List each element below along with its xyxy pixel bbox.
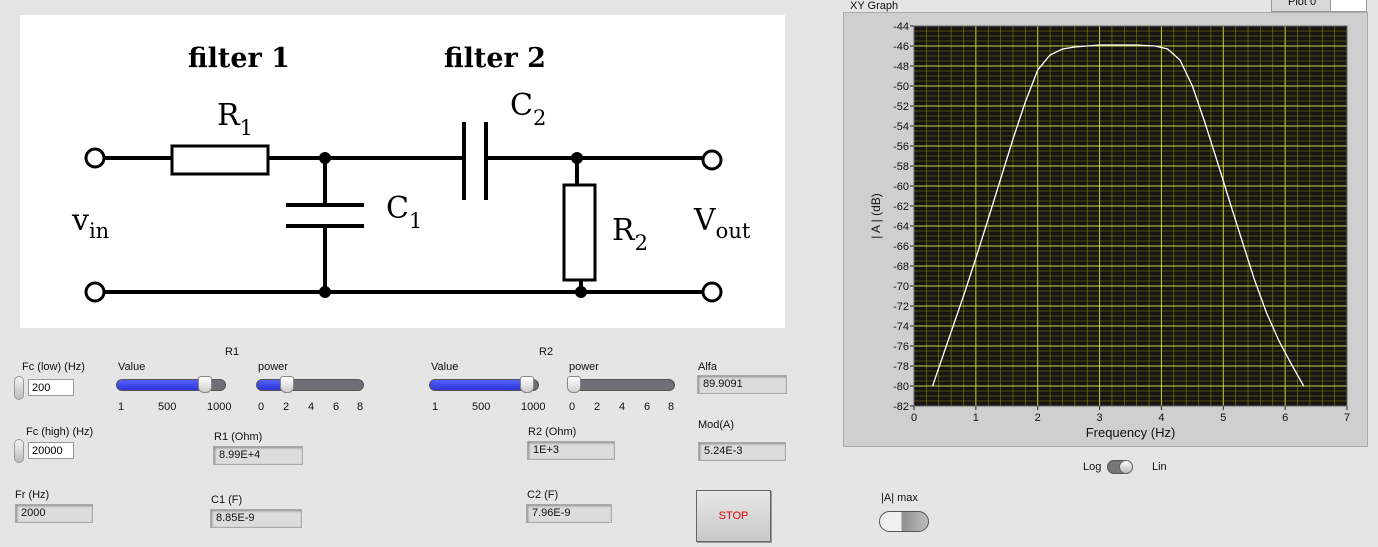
x-tick-label: 3 [1097, 412, 1103, 424]
r2-ohm-label: R2 (Ohm) [528, 426, 577, 438]
x-tick-label: 7 [1344, 412, 1350, 424]
r1-group-title: R1 [225, 346, 240, 358]
lin-label: Lin [1152, 461, 1167, 473]
r1-ohm-indicator: 8.99E+4 [213, 446, 303, 465]
fr-label: Fr (Hz) [15, 489, 50, 501]
r2-group-title: R2 [539, 346, 554, 358]
amax-led-button[interactable] [879, 511, 929, 532]
y-tick-label: -66 [893, 241, 909, 253]
y-tick-label: -68 [893, 261, 909, 273]
graph-title: XY Graph [850, 0, 899, 12]
fc-high-spinner[interactable] [14, 439, 24, 463]
xy-graph-plot: -44 -46 -48 -50 -52 -54 -56 -58 -60 -62 -64 -66 -68 -… [869, 21, 1350, 440]
y-tick-label: -48 [893, 61, 909, 73]
y-tick-label: -44 [893, 21, 909, 33]
fc-low-input[interactable] [28, 379, 74, 396]
y-tick-label: -72 [893, 301, 909, 313]
r1-power-label: power [258, 361, 288, 373]
r2-power-thumb[interactable] [567, 376, 581, 393]
y-tick-label: -58 [893, 161, 909, 173]
amax-label: |A| max [881, 492, 918, 504]
c1-f-label: C1 (F) [211, 494, 243, 506]
r2-power-slider[interactable] [567, 376, 675, 393]
r1-value-label: Value [118, 361, 146, 373]
fc-high-input[interactable] [28, 442, 74, 459]
alfa-indicator: 89.9091 [697, 375, 787, 394]
vin-label: vin [71, 203, 109, 243]
vout-label: Vout [693, 203, 751, 243]
y-tick-label: -74 [893, 321, 909, 333]
log-lin-toggle[interactable] [1107, 460, 1133, 474]
y-tick-label: -82 [893, 401, 909, 413]
r1-value-slider[interactable] [116, 376, 226, 393]
y-tick-label: -46 [893, 41, 909, 53]
c1-f-indicator: 8.85E-9 [210, 509, 302, 528]
c2-f-indicator: 7.96E-9 [526, 504, 612, 523]
r2-power-label: power [569, 361, 599, 373]
r2-value-label: Value [431, 361, 459, 373]
y-tick-label: -78 [893, 361, 909, 373]
x-axis-label: Frequency (Hz) [1086, 425, 1176, 440]
filter2-label: filter 2 [444, 43, 546, 74]
fc-low-label: Fc (low) (Hz) [22, 361, 85, 373]
c2-f-label: C2 (F) [527, 489, 559, 501]
filter-schematic: filter 1 filter 2 R1 C2 C1 R2 vin Vout [20, 15, 785, 328]
x-tick-label: 5 [1220, 412, 1226, 424]
y-tick-label: -62 [893, 201, 909, 213]
r1-power-slider[interactable] [256, 376, 364, 393]
log-lin-knob[interactable] [1119, 460, 1133, 474]
c1-label: C1 [386, 191, 422, 233]
y-tick-label: -64 [893, 221, 909, 233]
y-tick-label: -60 [893, 181, 909, 193]
filter1-label: filter 1 [188, 43, 290, 74]
x-tick-label: 0 [911, 412, 917, 424]
log-label: Log [1083, 461, 1102, 473]
y-axis-label: | A | (dB) [869, 193, 883, 239]
x-tick-label: 6 [1282, 412, 1288, 424]
y-tick-label: -76 [893, 341, 909, 353]
r2-value-thumb[interactable] [520, 376, 535, 393]
moda-indicator: 5.24E-3 [698, 442, 786, 461]
r2-ohm-indicator: 1E+3 [527, 441, 615, 460]
moda-label: Mod(A) [698, 419, 735, 431]
r1-value-thumb[interactable] [197, 376, 212, 393]
x-tick-label: 2 [1035, 412, 1041, 424]
y-tick-label: -80 [893, 381, 909, 393]
xy-graph[interactable]: -44 -46 -48 -50 -52 -54 -56 -58 -60 -62 -64 -66 -68 -… [843, 12, 1368, 447]
y-tick-label: -54 [893, 121, 909, 133]
y-tick-label: -52 [893, 101, 909, 113]
schematic-drawing: filter 1 filter 2 R1 C2 C1 R2 vin Vout [71, 43, 751, 303]
stop-button[interactable]: STOP [696, 490, 771, 542]
y-tick-label: -70 [893, 281, 909, 293]
fr-indicator: 2000 [15, 504, 93, 523]
plot-legend-swatch [1330, 0, 1366, 11]
r2-value-slider[interactable] [429, 376, 539, 393]
x-tick-label: 1 [973, 412, 979, 424]
r1-ohm-label: R1 (Ohm) [214, 431, 263, 443]
x-tick-label: 4 [1158, 412, 1164, 424]
r1-power-thumb[interactable] [279, 376, 294, 393]
r1-label: R1 [217, 98, 253, 140]
r2-label: R2 [612, 213, 648, 255]
fc-high-label: Fc (high) (Hz) [26, 426, 94, 438]
plot-legend[interactable]: Plot 0 [1271, 0, 1367, 12]
c2-label: C2 [510, 88, 546, 130]
y-tick-label: -56 [893, 141, 909, 153]
alfa-label: Alfa [698, 361, 717, 373]
fc-low-spinner[interactable] [14, 376, 24, 400]
y-tick-label: -50 [893, 81, 909, 93]
